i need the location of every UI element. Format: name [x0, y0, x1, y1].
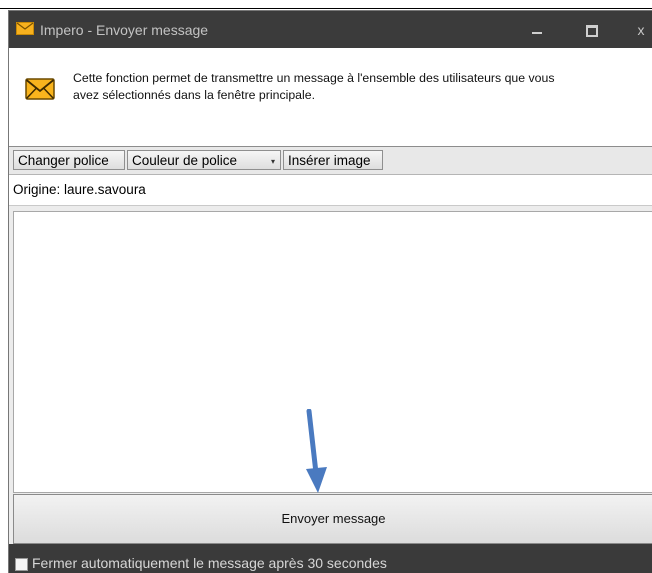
info-line-2: avez sélectionnés dans la fenêtre princi… [73, 88, 315, 102]
maximize-button[interactable] [579, 19, 603, 41]
message-textarea[interactable] [13, 211, 652, 493]
format-toolbar: Changer police Couleur de police ▾ Insér… [9, 147, 652, 175]
close-button[interactable]: x [629, 19, 652, 41]
insert-image-button[interactable]: Insérer image [283, 150, 383, 170]
send-message-button[interactable]: Envoyer message [13, 494, 652, 544]
down-arrow-icon [306, 409, 327, 493]
auto-close-checkbox[interactable] [15, 558, 28, 571]
origin-field: Origine: laure.savoura [9, 175, 652, 206]
origin-text: Origine: laure.savoura [13, 182, 146, 197]
envelope-icon [25, 78, 55, 100]
top-divider [0, 8, 652, 9]
window-title: Impero - Envoyer message [40, 22, 209, 38]
send-message-window: Impero - Envoyer message x Cette fonctio… [8, 10, 652, 573]
envelope-icon [16, 22, 34, 35]
font-color-dropdown[interactable]: Couleur de police ▾ [127, 150, 281, 170]
chevron-down-icon: ▾ [270, 157, 275, 166]
title-bar[interactable]: Impero - Envoyer message x [9, 11, 652, 48]
font-color-label: Couleur de police [132, 153, 238, 168]
info-panel: Cette fonction permet de transmettre un … [9, 48, 652, 147]
info-line-1: Cette fonction permet de transmettre un … [73, 71, 555, 85]
footer-bar: Fermer automatiquement le message après … [9, 544, 652, 573]
minimize-button[interactable] [525, 19, 549, 41]
auto-close-label[interactable]: Fermer automatiquement le message après … [32, 555, 387, 571]
minimize-icon [532, 32, 542, 34]
close-icon: x [637, 22, 645, 38]
change-font-button[interactable]: Changer police [13, 150, 125, 170]
maximize-icon [586, 25, 598, 37]
info-description: Cette fonction permet de transmettre un … [73, 70, 652, 104]
